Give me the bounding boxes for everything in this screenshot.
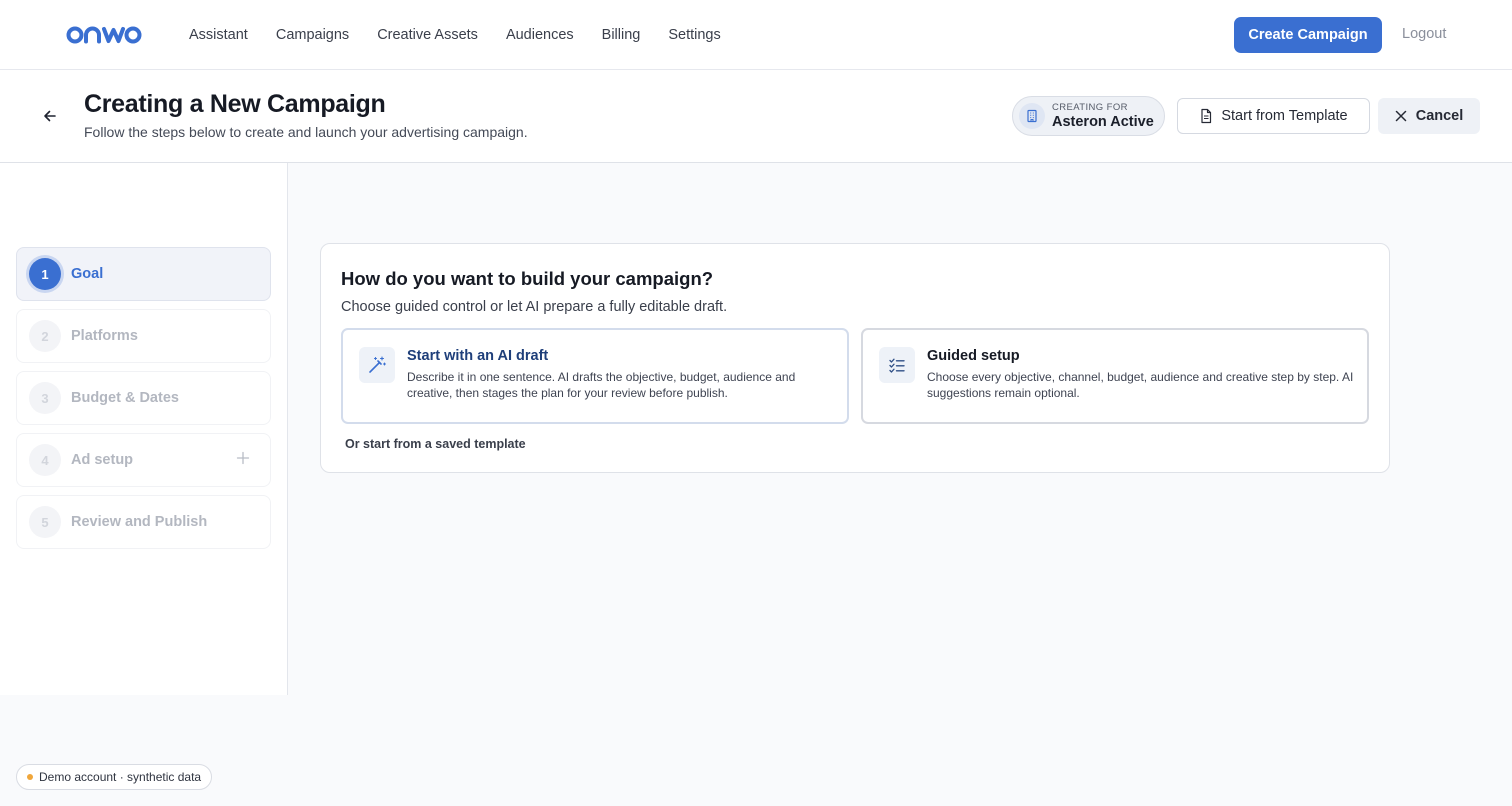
guided-setup-title: Guided setup	[927, 348, 1020, 364]
step-budget-dates[interactable]: 3 Budget & Dates	[16, 371, 271, 425]
checklist-icon	[879, 347, 915, 383]
step-number: 3	[29, 382, 61, 414]
main-nav-links: Assistant Campaigns Creative Assets Audi…	[189, 0, 721, 70]
nav-assistant[interactable]: Assistant	[189, 27, 248, 43]
onwo-logo-mark	[66, 26, 142, 44]
demo-account-badge: Demo account · synthetic data	[16, 764, 213, 790]
step-platforms[interactable]: 2 Platforms	[16, 309, 271, 363]
nav-billing[interactable]: Billing	[602, 27, 641, 43]
demo-account-label: Demo account · synthetic data	[39, 770, 202, 784]
step-number: 5	[29, 506, 61, 538]
ai-draft-title: Start with an AI draft	[407, 348, 549, 364]
step-number: 4	[29, 444, 61, 476]
creating-for-label: CREATING FOR	[1052, 102, 1128, 113]
nav-creative-assets[interactable]: Creative Assets	[377, 27, 478, 43]
logout-link[interactable]: Logout	[1402, 26, 1446, 42]
page-subtitle: Follow the steps below to create and lau…	[84, 124, 528, 140]
step-review-publish[interactable]: 5 Review and Publish	[16, 495, 271, 549]
step-ad-setup[interactable]: 4 Ad setup	[16, 433, 271, 487]
magic-wand-icon	[359, 347, 395, 383]
build-method-card: How do you want to build your campaign? …	[320, 243, 1390, 473]
step-label: Ad setup	[71, 452, 134, 468]
creating-for-badge[interactable]: CREATING FOR Asteron Active	[1012, 96, 1165, 136]
card-title: How do you want to build your campaign?	[341, 268, 714, 289]
nav-audiences[interactable]: Audiences	[506, 27, 574, 43]
page-title: Creating a New Campaign	[84, 90, 386, 118]
step-goal[interactable]: 1 Goal	[16, 247, 271, 301]
guided-setup-option[interactable]: Guided setup Choose every objective, cha…	[861, 328, 1369, 424]
step-number: 2	[29, 320, 61, 352]
page-header: Creating a New Campaign Follow the steps…	[0, 70, 1512, 163]
step-label: Platforms	[71, 328, 138, 344]
step-label: Review and Publish	[71, 514, 208, 530]
cancel-label: Cancel	[1415, 108, 1464, 124]
building-icon	[1019, 103, 1045, 129]
card-subtitle: Choose guided control or let AI prepare …	[341, 299, 728, 315]
step-label: Budget & Dates	[71, 390, 179, 406]
plus-icon[interactable]	[236, 451, 250, 465]
top-navigation-bar: Assistant Campaigns Creative Assets Audi…	[0, 0, 1512, 70]
ai-draft-option[interactable]: Start with an AI draft Describe it in on…	[341, 328, 849, 424]
creating-for-account: Asteron Active	[1052, 114, 1154, 130]
saved-template-link[interactable]: Or start from a saved template	[345, 437, 526, 451]
steps-sidebar: 1 Goal 2 Platforms 3 Budget & Dates 4 Ad…	[0, 163, 288, 695]
start-from-template-label: Start from Template	[1221, 108, 1348, 124]
status-dot	[27, 774, 33, 780]
onwo-logo[interactable]	[66, 24, 142, 46]
guided-setup-description: Choose every objective, channel, budget,…	[927, 370, 1354, 400]
step-label: Goal	[71, 266, 104, 282]
create-campaign-button[interactable]: Create Campaign	[1234, 17, 1382, 53]
document-icon	[1199, 108, 1213, 124]
close-icon	[1395, 110, 1407, 122]
back-arrow-icon[interactable]	[40, 106, 60, 126]
ai-draft-description: Describe it in one sentence. AI drafts t…	[407, 370, 796, 400]
start-from-template-button[interactable]: Start from Template	[1177, 98, 1370, 134]
cancel-button[interactable]: Cancel	[1378, 98, 1480, 134]
nav-settings[interactable]: Settings	[668, 27, 720, 43]
step-number: 1	[29, 258, 61, 290]
nav-campaigns[interactable]: Campaigns	[276, 27, 349, 43]
